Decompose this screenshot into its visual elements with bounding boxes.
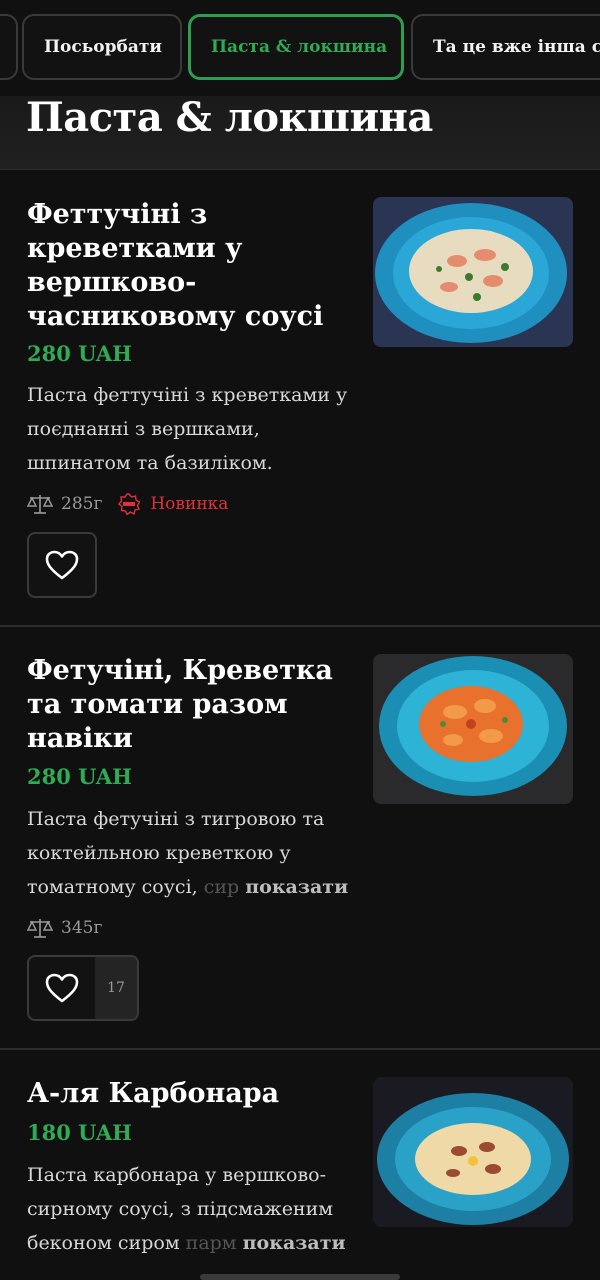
dish-photo-image bbox=[373, 1077, 573, 1227]
heart-icon bbox=[29, 534, 95, 596]
item-description: Паста феттучіні з креветками у поєднанні… bbox=[27, 378, 357, 480]
heart-icon bbox=[29, 957, 95, 1019]
show-more-link[interactable]: показати bbox=[245, 876, 348, 898]
item-description: Паста фетучіні з тигровою та коктейльною… bbox=[27, 802, 357, 904]
item-name: Фетучіні, Креветка та томати разом навік… bbox=[27, 655, 333, 754]
item-price: 180 UAH bbox=[27, 1120, 132, 1145]
weight-scale-icon bbox=[27, 919, 53, 938]
new-badge-label: Новинка bbox=[150, 494, 229, 514]
item-price: 280 UAH bbox=[27, 764, 132, 789]
item-weight: 285г bbox=[61, 494, 103, 514]
dish-photo-image bbox=[373, 197, 573, 347]
item-name: А-ля Карбонара bbox=[27, 1078, 280, 1109]
item-description-text: Паста феттучіні з креветками у поєднанні… bbox=[27, 384, 348, 474]
item-price: 280 UAH bbox=[27, 341, 132, 366]
item-description-fade: парм bbox=[185, 1232, 237, 1254]
item-meta: 345г bbox=[27, 917, 102, 939]
dish-photo[interactable] bbox=[373, 1077, 573, 1227]
item-description-fade: сир bbox=[203, 876, 240, 898]
item-weight: 345г bbox=[61, 918, 103, 938]
category-tabs: Посьорбати Паста & локшина Та це вже інш… bbox=[0, 0, 600, 96]
favorite-count: 17 bbox=[95, 957, 137, 1019]
section-header: Паста & локшина bbox=[0, 94, 600, 170]
menu-item[interactable]: Феттучіні з креветками у вершково-часник… bbox=[0, 171, 600, 627]
menu-item[interactable]: А-ля Карбонара 180 UAH Паста карбонара у… bbox=[0, 1050, 600, 1280]
scrollbar-thumb[interactable] bbox=[200, 1274, 400, 1280]
item-name: Феттучіні з креветками у вершково-часник… bbox=[27, 199, 324, 332]
menu-item[interactable]: Фетучіні, Креветка та томати разом навік… bbox=[0, 627, 600, 1050]
tab-previous-partial[interactable] bbox=[0, 14, 18, 80]
section-title: Паста & локшина bbox=[26, 94, 433, 141]
item-meta: 285г Новинка bbox=[27, 493, 228, 515]
favorite-button[interactable]: 17 bbox=[27, 955, 139, 1021]
favorite-button[interactable] bbox=[27, 532, 97, 598]
new-badge-icon bbox=[118, 493, 141, 515]
weight-scale-icon bbox=[27, 495, 53, 514]
item-description: Паста карбонара у вершково-сирному соусі… bbox=[27, 1158, 357, 1260]
tab-posorbaty[interactable]: Посьорбати bbox=[22, 14, 182, 80]
dish-photo[interactable] bbox=[373, 654, 573, 804]
tab-next[interactable]: Та це вже інша ст bbox=[411, 14, 600, 80]
dish-photo[interactable] bbox=[373, 197, 573, 347]
show-more-link[interactable]: показати bbox=[243, 1232, 346, 1254]
tab-pasta-active[interactable]: Паста & локшина bbox=[188, 14, 404, 80]
dish-photo-image bbox=[373, 654, 573, 804]
